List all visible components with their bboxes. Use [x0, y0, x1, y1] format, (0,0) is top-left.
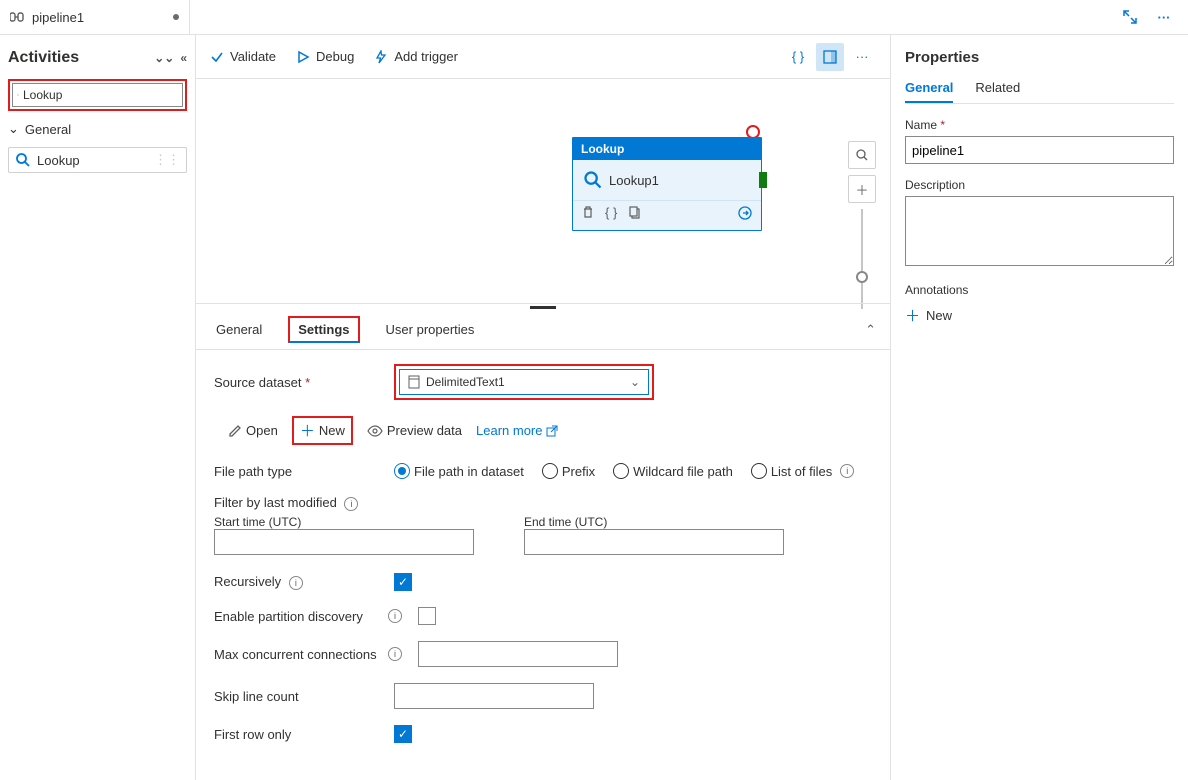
- unsaved-dot: [173, 14, 179, 20]
- max-conn-input[interactable]: [418, 641, 618, 667]
- source-dataset-label: Source dataset: [214, 375, 384, 390]
- canvas-toolbar: Validate Debug Add trigger { } ···: [196, 35, 890, 79]
- json-view-icon[interactable]: { }: [784, 43, 812, 71]
- activities-search-input[interactable]: [23, 88, 178, 102]
- first-row-label: First row only: [214, 727, 384, 742]
- pipeline-tab[interactable]: pipeline1: [0, 0, 190, 34]
- recursively-checkbox[interactable]: ✓: [394, 573, 412, 591]
- pipeline-tab-label: pipeline1: [32, 10, 84, 25]
- output-handle[interactable]: [759, 172, 767, 188]
- zoom-fit-button[interactable]: [848, 141, 876, 169]
- chevron-down-icon: ⌄: [630, 375, 640, 389]
- delete-icon[interactable]: [581, 205, 595, 224]
- group-general[interactable]: ⌄ General: [8, 117, 187, 141]
- pipeline-canvas[interactable]: Lookup Lookup1 { } ＋: [196, 79, 890, 303]
- radio-prefix[interactable]: Prefix: [542, 463, 595, 479]
- split-drag-handle[interactable]: [196, 303, 890, 310]
- search-icon: [17, 89, 19, 101]
- check-icon: [210, 50, 224, 64]
- collapse-all-icon[interactable]: ⌄⌄: [154, 51, 174, 65]
- end-time-label: End time (UTC): [524, 515, 784, 529]
- properties-heading: Properties: [905, 49, 1174, 66]
- pipeline-icon: [10, 10, 26, 24]
- external-link-icon: [546, 425, 558, 437]
- new-dataset-button[interactable]: ＋ New: [300, 420, 345, 441]
- info-icon[interactable]: i: [344, 497, 358, 511]
- activity-item-lookup[interactable]: Lookup ⋮⋮: [8, 147, 187, 173]
- description-label: Description: [905, 178, 1174, 192]
- description-input[interactable]: [905, 196, 1174, 266]
- radio-wildcard[interactable]: Wildcard file path: [613, 463, 733, 479]
- zoom-thumb[interactable]: [856, 271, 868, 283]
- start-time-input[interactable]: [214, 529, 474, 555]
- activity-name: Lookup1: [609, 173, 659, 188]
- zoom-slider[interactable]: [861, 209, 863, 309]
- activities-title: Activities: [8, 49, 79, 67]
- plus-icon: ＋: [905, 305, 920, 326]
- more-icon[interactable]: ···: [1150, 3, 1178, 31]
- play-icon: [296, 50, 310, 64]
- partition-checkbox[interactable]: [418, 607, 436, 625]
- open-dataset-button[interactable]: Open: [228, 423, 278, 438]
- debug-button[interactable]: Debug: [296, 49, 354, 64]
- code-icon[interactable]: { }: [605, 205, 617, 224]
- pencil-icon: [228, 424, 242, 438]
- activities-search[interactable]: [12, 83, 183, 107]
- learn-more-link[interactable]: Learn more: [476, 423, 558, 438]
- lookup-icon: [583, 170, 603, 190]
- radio-file-path-dataset[interactable]: File path in dataset: [394, 463, 524, 479]
- name-input[interactable]: [905, 136, 1174, 164]
- add-trigger-button[interactable]: Add trigger: [374, 49, 458, 64]
- filter-modified-label: Filter by last modified: [214, 495, 337, 510]
- preview-icon: [367, 425, 383, 437]
- lookup-activity-node[interactable]: Lookup Lookup1 { }: [572, 137, 762, 231]
- toolbar-more-icon[interactable]: ···: [848, 43, 876, 71]
- zoom-control: ＋: [848, 141, 876, 309]
- drag-handle-icon: ⋮⋮: [154, 152, 180, 168]
- file-path-type-label: File path type: [214, 464, 384, 479]
- info-icon[interactable]: i: [388, 647, 402, 661]
- properties-panel: Properties General Related Name Descript…: [890, 35, 1188, 780]
- properties-tab-general[interactable]: General: [905, 80, 953, 103]
- end-time-input[interactable]: [524, 529, 784, 555]
- skip-line-input[interactable]: [394, 683, 594, 709]
- dataset-icon: [408, 375, 420, 389]
- properties-panel-toggle[interactable]: [816, 43, 844, 71]
- chevron-down-icon: ⌄: [8, 121, 19, 137]
- source-dataset-select[interactable]: DelimitedText1 ⌄: [399, 369, 649, 395]
- skip-line-label: Skip line count: [214, 689, 384, 704]
- name-label: Name: [905, 118, 1174, 132]
- tab-user-properties[interactable]: User properties: [380, 314, 481, 345]
- annotations-label: Annotations: [905, 283, 1174, 297]
- activities-sidebar: Activities ⌄⌄ « ⌄ General Lookup ⋮⋮: [0, 35, 196, 780]
- add-annotation-button[interactable]: ＋ New: [905, 301, 1174, 330]
- tab-settings[interactable]: Settings: [288, 316, 359, 343]
- preview-data-button[interactable]: Preview data: [367, 423, 462, 438]
- activity-type-label: Lookup: [573, 138, 761, 160]
- partition-label: Enable partition discovery: [214, 609, 384, 624]
- first-row-checkbox[interactable]: ✓: [394, 725, 412, 743]
- copy-icon[interactable]: [627, 205, 641, 224]
- collapse-panel-icon[interactable]: «: [180, 51, 187, 65]
- recursively-label: Recursively: [214, 574, 281, 589]
- expand-icon[interactable]: [1116, 3, 1144, 31]
- info-icon[interactable]: i: [840, 464, 854, 478]
- collapse-panel-icon[interactable]: ⌃: [865, 322, 876, 338]
- plus-icon: ＋: [300, 420, 315, 441]
- settings-pane: Source dataset DelimitedText1 ⌄ Open ＋: [196, 350, 890, 780]
- zoom-in-button[interactable]: ＋: [848, 175, 876, 203]
- validate-button[interactable]: Validate: [210, 49, 276, 64]
- max-conn-label: Max concurrent connections: [214, 647, 384, 662]
- properties-tab-related[interactable]: Related: [975, 80, 1020, 103]
- trigger-icon: [374, 50, 388, 64]
- tab-general[interactable]: General: [210, 314, 268, 345]
- start-time-label: Start time (UTC): [214, 515, 474, 529]
- lookup-icon: [15, 152, 31, 168]
- expand-activity-icon[interactable]: [737, 205, 753, 224]
- radio-list-files[interactable]: List of filesi: [751, 463, 854, 479]
- info-icon[interactable]: i: [289, 576, 303, 590]
- info-icon[interactable]: i: [388, 609, 402, 623]
